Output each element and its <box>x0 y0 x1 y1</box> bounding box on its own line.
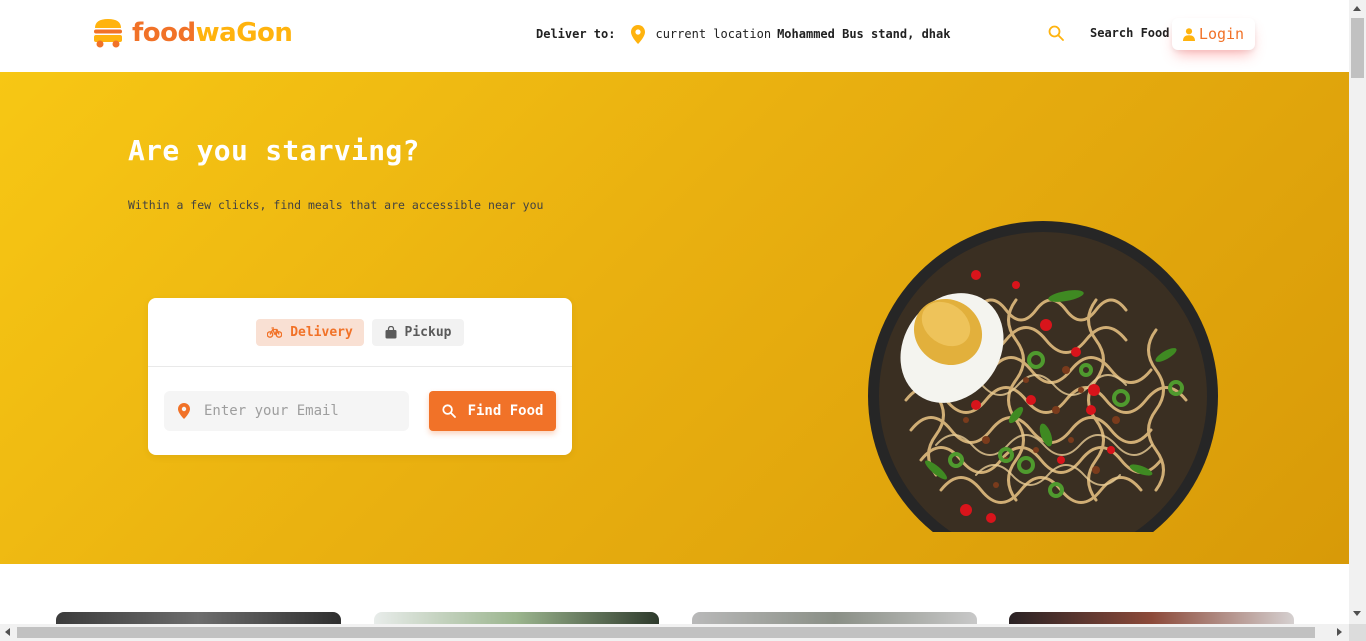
tab-delivery-label: Delivery <box>290 325 353 340</box>
hero-title: Are you starving? <box>128 134 420 167</box>
top-navbar: foodwaGon Deliver to: current location M… <box>0 0 1349 72</box>
find-food-label: Find Food <box>467 403 544 419</box>
hero-subtitle: Within a few clicks, find meals that are… <box>128 198 544 212</box>
horizontal-scrollbar[interactable] <box>0 624 1349 641</box>
card-divider <box>148 366 572 367</box>
scroll-down-icon[interactable] <box>1353 611 1361 616</box>
deliver-to-location[interactable]: Deliver to: current location Mohammed Bu… <box>536 24 950 44</box>
logo-text: foodwaGon <box>132 18 293 48</box>
noodle-bowl-image <box>866 220 1220 532</box>
current-location-label: current location <box>655 27 772 41</box>
search-food-link[interactable]: Search Food <box>1090 26 1169 40</box>
tab-delivery[interactable]: Delivery <box>256 319 364 346</box>
tab-pickup-label: Pickup <box>404 325 452 340</box>
email-input[interactable] <box>204 403 394 419</box>
scrollbar-corner <box>1349 624 1366 641</box>
tab-pickup[interactable]: Pickup <box>372 319 464 346</box>
deliver-to-label: Deliver to: <box>536 27 616 41</box>
scroll-right-icon[interactable] <box>1337 628 1342 636</box>
bag-icon <box>385 326 397 339</box>
vertical-scroll-thumb[interactable] <box>1351 18 1364 78</box>
burger-truck-icon <box>94 19 122 48</box>
login-button[interactable]: Login <box>1172 18 1255 50</box>
search-icon <box>441 404 456 418</box>
find-food-button[interactable]: Find Food <box>429 391 556 431</box>
user-icon <box>1182 27 1195 41</box>
location-pin-icon <box>631 24 646 44</box>
food-search-card: Delivery Pickup Find Food <box>148 298 572 455</box>
horizontal-scroll-thumb[interactable] <box>17 627 1315 638</box>
vertical-scrollbar[interactable] <box>1349 0 1366 624</box>
search-icon[interactable] <box>1048 25 1066 43</box>
scroll-up-icon[interactable] <box>1353 6 1361 11</box>
bicycle-icon <box>267 327 283 338</box>
brand-logo[interactable]: foodwaGon <box>92 16 293 50</box>
email-field[interactable] <box>164 391 409 431</box>
scroll-left-icon[interactable] <box>5 628 10 636</box>
hero-section: Are you starving? Within a few clicks, f… <box>0 72 1349 564</box>
location-pin-icon <box>178 403 190 419</box>
login-label: Login <box>1198 25 1245 43</box>
delivery-address: Mohammed Bus stand, dhak <box>777 27 951 41</box>
